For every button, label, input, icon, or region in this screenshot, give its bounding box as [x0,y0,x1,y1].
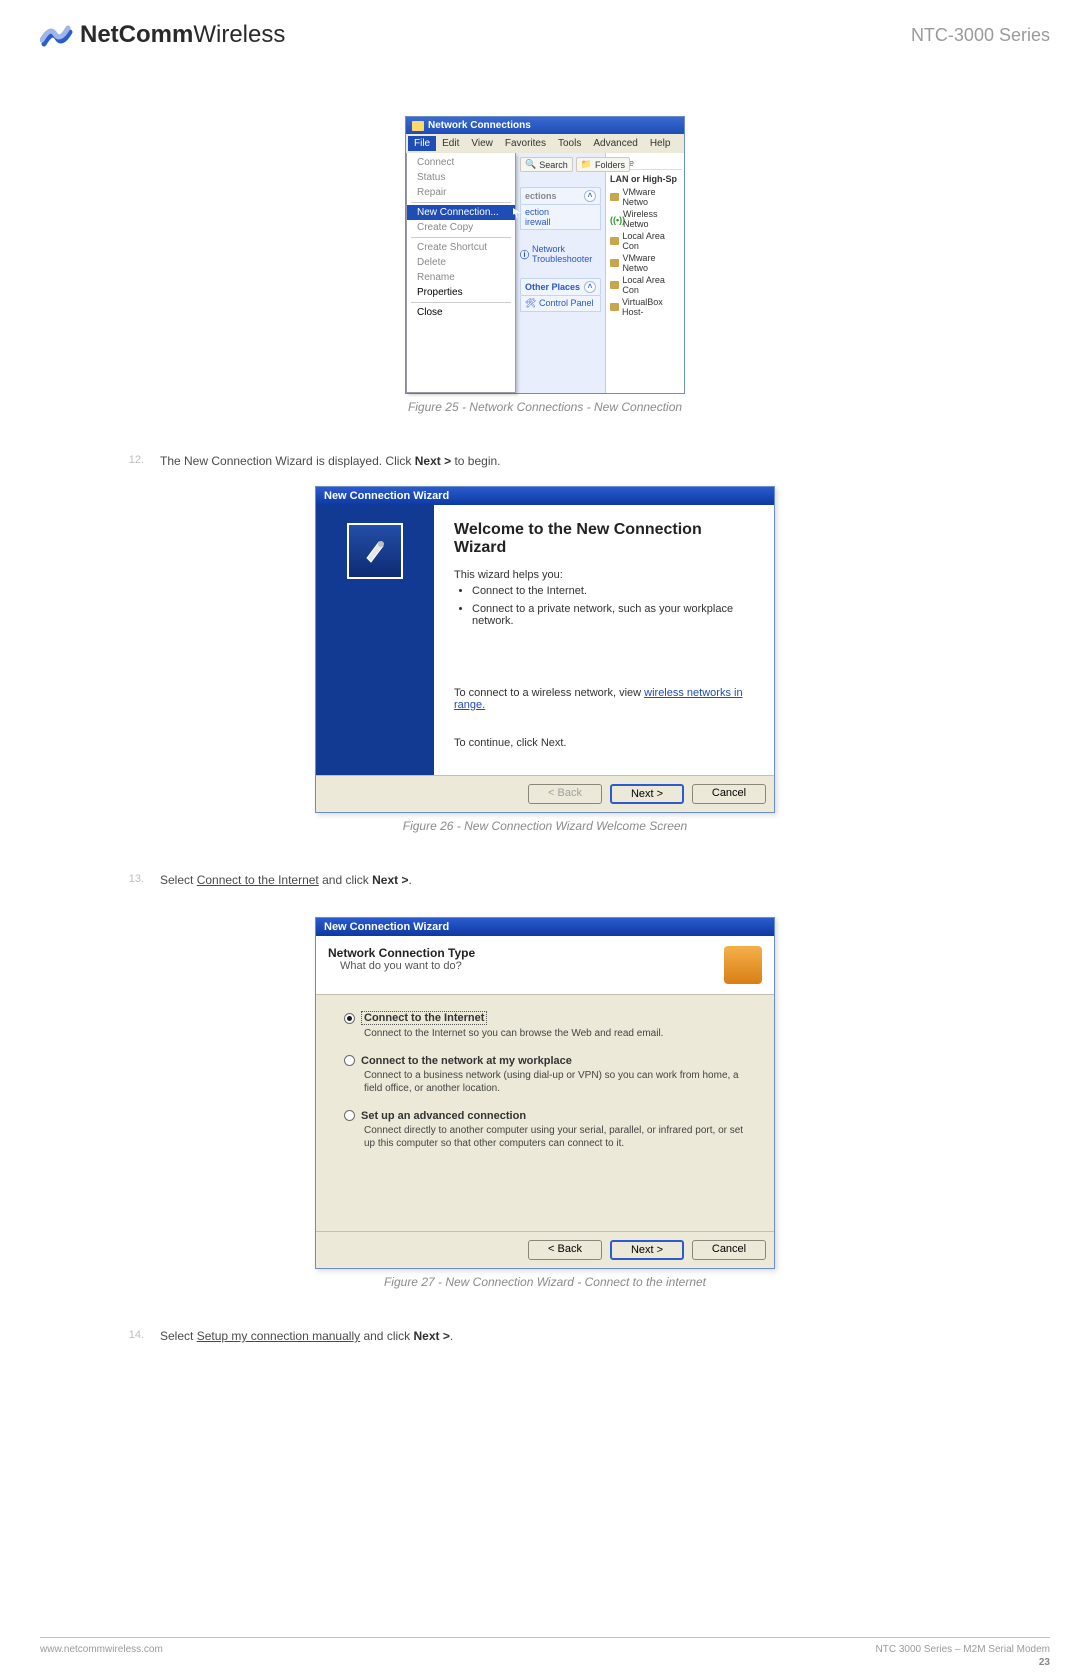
back-button: < Back [528,784,602,804]
menu-view[interactable]: View [465,136,499,151]
list-item[interactable]: ((•))Wireless Netwo [608,208,682,230]
list-item[interactable]: Local Area Con [608,230,682,252]
new-connection-wizard-welcome: New Connection Wizard Welcome to the New… [315,486,775,813]
toolbar-folders[interactable]: 📁Folders [576,157,630,172]
wizard-continue: To continue, click Next. [454,737,754,749]
wifi-icon: ((•)) [610,215,620,223]
group-lan: LAN or High-Sp [608,170,682,186]
file-menu-create-copy[interactable]: Create Copy [407,220,515,235]
figure-25-caption: Figure 25 - Network Connections - New Co… [40,400,1050,414]
file-menu-delete[interactable]: Delete [407,255,515,270]
window-title: Network Connections [428,120,531,131]
cancel-button[interactable]: Cancel [692,1240,766,1260]
device-icon [610,281,619,289]
sidebar-control-panel[interactable]: 🛠 Control Panel [525,298,596,309]
radio-desc: Connect to a business network (using dia… [364,1069,746,1096]
file-menu-rename[interactable]: Rename [407,270,515,285]
toolbar-search[interactable]: 🔍Search [520,157,573,172]
app-icon [412,121,424,131]
series-label: NTC-3000 Series [911,25,1050,46]
device-icon [610,237,619,245]
network-connections-window: Network Connections File Edit View Favor… [405,116,685,394]
step-number: 12. [120,454,144,468]
file-menu-repair[interactable]: Repair [407,185,515,200]
wizard-titlebar: New Connection Wizard [316,918,774,936]
wizard-helps: This wizard helps you: [454,569,754,581]
file-menu-create-shortcut[interactable]: Create Shortcut [407,240,515,255]
radio-desc: Connect directly to another computer usi… [364,1124,746,1151]
radio-advanced[interactable] [344,1110,355,1121]
radio-label: Set up an advanced connection [361,1110,526,1122]
wizard-bullet: Connect to a private network, such as yo… [472,603,754,627]
step-number: 14. [120,1329,144,1343]
footer-product: NTC 3000 Series – M2M Serial Modem [875,1644,1050,1655]
brand-light: Wireless [193,21,285,48]
page-footer: www.netcommwireless.com NTC 3000 Series … [40,1637,1050,1668]
nettasks-header[interactable]: ections˄ [520,187,601,205]
radio-desc: Connect to the Internet so you can brows… [364,1027,746,1041]
folders-icon: 📁 [581,159,592,170]
tasks-sidebar: 🔍Search 📁Folders ections˄ ection irewall… [515,153,605,393]
other-places-header[interactable]: Other Places˄ [520,278,601,296]
connections-list: Name LAN or High-Sp VMware Netwo ((•))Wi… [605,153,684,393]
chevron-up-icon: ˄ [584,190,596,202]
wizard-heading: Welcome to the New Connection Wizard [454,521,754,557]
menu-file[interactable]: File [408,136,436,151]
file-menu-status[interactable]: Status [407,170,515,185]
file-menu-new-connection[interactable]: New Connection... [407,205,515,220]
brand-logo: NetCommWireless [40,20,285,50]
menu-help[interactable]: Help [644,136,677,151]
radio-label: Connect to the Internet [361,1011,487,1025]
brand-strong: NetComm [80,21,193,48]
modem-icon [357,532,393,571]
radio-label: Connect to the network at my workplace [361,1055,572,1067]
cancel-button[interactable]: Cancel [692,784,766,804]
next-button[interactable]: Next > [610,784,684,804]
menu-favorites[interactable]: Favorites [499,136,552,151]
wizard-header-title: Network Connection Type [328,946,475,960]
menubar: File Edit View Favorites Tools Advanced … [406,134,684,153]
chevron-up-icon: ˄ [584,281,596,293]
next-button[interactable]: Next > [610,1240,684,1260]
back-button[interactable]: < Back [528,1240,602,1260]
step-text: The New Connection Wizard is displayed. … [160,454,501,468]
menu-advanced[interactable]: Advanced [587,136,643,151]
step-number: 13. [120,873,144,887]
figure-27-caption: Figure 27 - New Connection Wizard - Conn… [40,1275,1050,1289]
sidebar-troubleshooter[interactable]: Network Troubleshooter [532,244,601,264]
menu-edit[interactable]: Edit [436,136,465,151]
wizard-bullet: Connect to the Internet. [472,585,754,597]
step-text: Select Setup my connection manually and … [160,1329,453,1343]
list-item[interactable]: VirtualBox Host- [608,296,682,318]
search-icon: 🔍 [525,159,536,170]
file-menu-connect[interactable]: Connect [407,155,515,170]
wizard-banner [316,505,434,775]
footer-url: www.netcommwireless.com [40,1644,163,1668]
wizard-wireless-text: To connect to a wireless network, view w… [454,687,754,711]
list-item[interactable]: Local Area Con [608,274,682,296]
device-icon [610,259,619,267]
device-icon [610,193,619,201]
wizard-titlebar: New Connection Wizard [316,487,774,505]
page-number: 23 [875,1657,1050,1668]
wizard-header-sub: What do you want to do? [340,960,475,972]
sidebar-new-connection[interactable]: ection [525,207,596,217]
radio-connect-internet[interactable] [344,1013,355,1024]
window-titlebar: Network Connections [406,117,684,134]
sidebar-firewall[interactable]: irewall [525,217,596,227]
list-item[interactable]: VMware Netwo [608,186,682,208]
control-panel-icon: 🛠 [525,298,536,308]
file-menu-properties[interactable]: Properties [407,285,515,300]
figure-26-caption: Figure 26 - New Connection Wizard Welcom… [40,819,1050,833]
info-icon: ⓘ [520,248,529,261]
step-text: Select Connect to the Internet and click… [160,873,412,887]
new-connection-wizard-type: New Connection Wizard Network Connection… [315,917,775,1269]
radio-workplace[interactable] [344,1055,355,1066]
wizard-glyph-icon [724,946,762,984]
menu-tools[interactable]: Tools [552,136,587,151]
device-icon [610,303,619,311]
list-item[interactable]: VMware Netwo [608,252,682,274]
file-menu-close[interactable]: Close [407,305,515,320]
file-dropdown-menu: Connect Status Repair New Connection... … [406,153,516,393]
